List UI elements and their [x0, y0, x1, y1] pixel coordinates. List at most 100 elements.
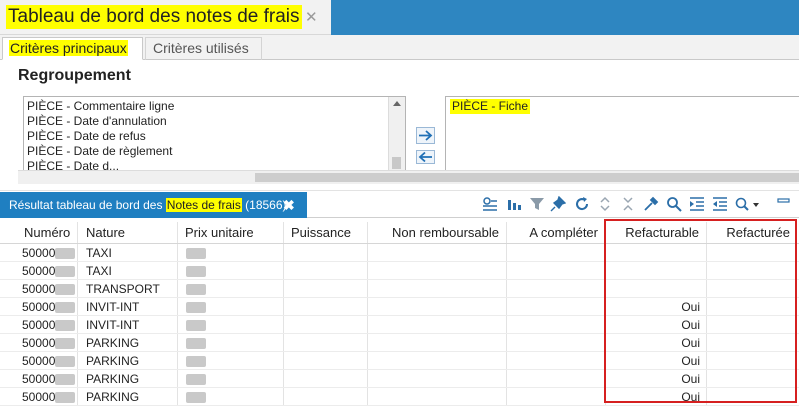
redacted-value — [55, 266, 75, 277]
window-title: Tableau de bord des notes de frais — [6, 5, 302, 29]
tab-label: Critères principaux — [9, 40, 128, 56]
result-tab-label: Résultat tableau de bord des Notes de fr… — [9, 198, 287, 212]
redacted-value — [186, 374, 206, 385]
table-row[interactable]: 50000 PARKING Oui — [0, 370, 799, 388]
scroll-up-icon[interactable] — [393, 101, 401, 106]
redacted-value — [186, 302, 206, 313]
move-right-button[interactable] — [416, 127, 435, 144]
list-item[interactable]: PIÈCE - Date d'annulation — [27, 114, 167, 129]
table-row[interactable]: 50000 PARKING Oui — [0, 388, 799, 406]
cell-nature: TAXI — [86, 246, 112, 260]
columns-icon[interactable] — [506, 196, 522, 212]
title-bar: Tableau de bord des notes de frais ✕ — [0, 0, 799, 35]
search-icon[interactable] — [666, 196, 682, 212]
collapse-icon[interactable] — [620, 196, 636, 212]
scroll-thumb[interactable] — [255, 173, 799, 182]
grouping-title: Regroupement — [18, 67, 131, 84]
redacted-value — [55, 248, 75, 259]
redacted-value — [55, 284, 75, 295]
redacted-value — [186, 338, 206, 349]
header-numero[interactable]: Numéro — [24, 222, 71, 244]
arrow-right-icon — [419, 130, 433, 141]
criteria-tabs: Critères principaux Critères utilisés — [0, 35, 799, 60]
cell-numero: 50000 — [22, 246, 56, 260]
minimize-icon[interactable] — [776, 196, 792, 212]
header-refacturee[interactable]: Refacturée — [707, 222, 790, 244]
arrow-left-icon — [418, 151, 432, 163]
cell-nature: PARKING — [86, 372, 140, 386]
cell-numero: 50000 — [22, 354, 56, 368]
list-item[interactable]: PIÈCE - Commentaire ligne — [27, 99, 174, 114]
list-item[interactable]: PIÈCE - Fiche — [450, 99, 531, 114]
list-item[interactable]: PIÈCE - Date de règlement — [27, 144, 172, 159]
horizontal-scrollbar[interactable] — [18, 170, 799, 184]
redacted-value — [186, 248, 206, 259]
move-left-button[interactable] — [416, 150, 435, 164]
list-scrollbar[interactable] — [388, 97, 405, 170]
cell-refacturable: Oui — [681, 336, 700, 350]
group-icon[interactable] — [482, 196, 498, 212]
cell-nature: TAXI — [86, 264, 112, 278]
tab-label: Critères utilisés — [153, 40, 249, 56]
result-prefix: Résultat tableau de bord des — [9, 198, 166, 212]
redacted-value — [186, 284, 206, 295]
available-fields-list[interactable]: PIÈCE - Commentaire ligne PIÈCE - Date d… — [23, 96, 406, 171]
redacted-value — [55, 374, 75, 385]
close-icon[interactable]: ✕ — [305, 8, 318, 26]
cell-nature: PARKING — [86, 390, 140, 404]
cell-nature: INVIT-INT — [86, 300, 140, 314]
redacted-value — [55, 338, 75, 349]
tab-used-criteria[interactable]: Critères utilisés — [145, 37, 262, 60]
redacted-value — [186, 392, 206, 403]
header-puissance[interactable]: Puissance — [291, 222, 351, 244]
cell-numero: 50000 — [22, 282, 56, 296]
table-row[interactable]: 50000 PARKING Oui — [0, 334, 799, 352]
cell-nature: INVIT-INT — [86, 318, 140, 332]
table-row[interactable]: 50000 TAXI — [0, 262, 799, 280]
header-nature[interactable]: Nature — [86, 222, 126, 244]
indent-icon[interactable] — [689, 196, 705, 212]
cell-nature: PARKING — [86, 354, 140, 368]
refresh-icon[interactable] — [574, 196, 590, 212]
cell-numero: 50000 — [22, 336, 56, 350]
dashboard-tab[interactable]: Tableau de bord des notes de frais ✕ — [0, 0, 331, 35]
header-refacturable[interactable]: Refacturable — [606, 222, 699, 244]
pipette-icon[interactable] — [643, 196, 659, 212]
cell-nature: TRANSPORT — [86, 282, 160, 296]
cell-refacturable: Oui — [681, 318, 700, 332]
table-row[interactable]: 50000 INVIT-INT Oui — [0, 298, 799, 316]
pin-icon[interactable] — [550, 196, 566, 212]
redacted-value — [55, 392, 75, 403]
redacted-value — [55, 302, 75, 313]
cell-refacturable: Oui — [681, 300, 700, 314]
close-result-icon[interactable]: ✖ — [283, 197, 295, 214]
table-row[interactable]: 50000 INVIT-INT Oui — [0, 316, 799, 334]
result-highlight: Notes de frais — [165, 198, 242, 212]
result-tab[interactable]: Résultat tableau de bord des Notes de fr… — [0, 192, 307, 218]
expand-icon[interactable] — [597, 196, 613, 212]
header-non-remboursable[interactable]: Non remboursable — [371, 222, 499, 244]
redacted-value — [55, 356, 75, 367]
table-row[interactable]: 50000 TAXI — [0, 244, 799, 262]
header-prix-unitaire[interactable]: Prix unitaire — [185, 222, 254, 244]
redacted-value — [55, 320, 75, 331]
tab-main-criteria[interactable]: Critères principaux — [2, 37, 143, 60]
cell-refacturable: Oui — [681, 354, 700, 368]
table-row[interactable]: 50000 TRANSPORT — [0, 280, 799, 298]
cell-numero: 50000 — [22, 264, 56, 278]
selected-fields-list[interactable]: PIÈCE - Fiche — [445, 96, 799, 171]
cell-numero: 50000 — [22, 300, 56, 314]
cell-nature: PARKING — [86, 336, 140, 350]
scroll-thumb[interactable] — [392, 157, 401, 169]
redacted-value — [186, 356, 206, 367]
table-row[interactable]: 50000 PARKING Oui — [0, 352, 799, 370]
filter-icon[interactable] — [529, 196, 545, 212]
redacted-value — [186, 266, 206, 277]
outdent-icon[interactable] — [712, 196, 728, 212]
result-count: (18566) — [241, 198, 287, 212]
list-item[interactable]: PIÈCE - Date de refus — [27, 129, 146, 144]
header-a-completer[interactable]: A compléter — [507, 222, 598, 244]
cell-numero: 50000 — [22, 318, 56, 332]
cell-refacturable: Oui — [681, 390, 700, 404]
settings-icon[interactable] — [735, 196, 761, 212]
